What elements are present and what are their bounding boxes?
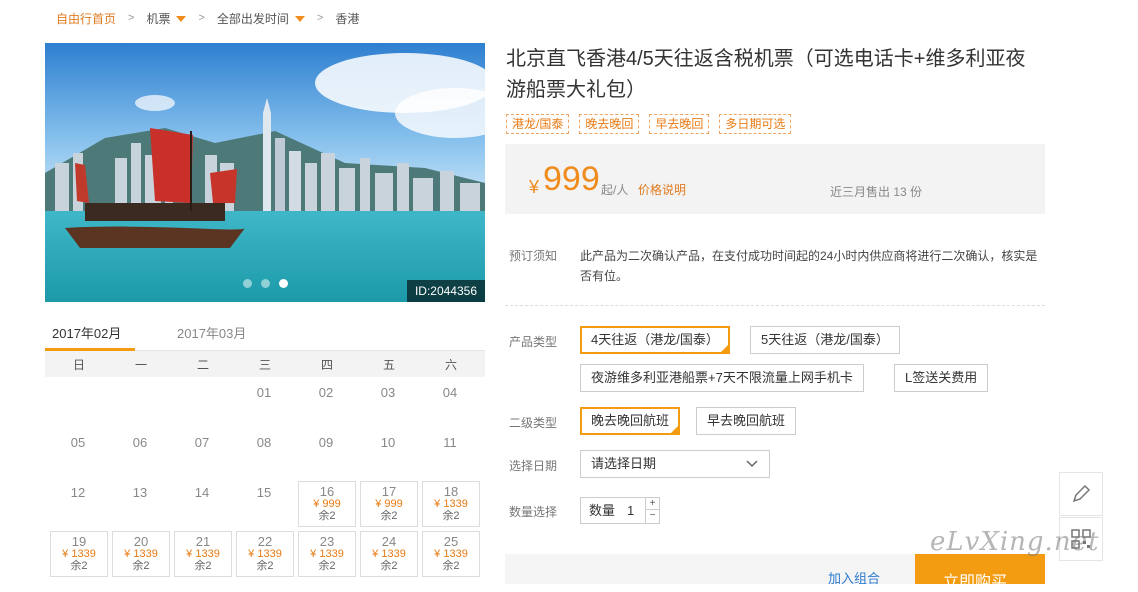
calendar-day: 04 (442, 385, 458, 400)
carousel-dot-active[interactable] (279, 279, 288, 288)
product-title: 北京直飞香港4/5天往返含税机票（可选电话卡+维多利亚夜游船票大礼包） (506, 48, 1026, 101)
calendar-day-priced[interactable]: 18 ¥ 1339 余2 (422, 481, 480, 527)
calendar-day: 07 (194, 435, 210, 450)
chevron-down-icon (746, 460, 758, 468)
breadcrumb-destination: 香港 (335, 11, 360, 26)
calendar-day: 14 (194, 485, 210, 500)
watermark: eLvXing.net (930, 527, 1100, 557)
calendar-day-priced[interactable]: 22 ¥ 1339 余2 (236, 531, 294, 577)
add-combo-link[interactable]: 加入组合 (828, 568, 880, 587)
chevron-right-icon: > (198, 12, 205, 24)
breadcrumb-flight-dropdown[interactable]: 机票 (146, 10, 187, 27)
date-label: 选择日期 (509, 459, 558, 473)
qty-value[interactable]: 1 (627, 498, 634, 523)
calendar-day: 09 (318, 435, 334, 450)
weekday-label: 四 (320, 358, 333, 372)
breadcrumb: 自由行首页 > 机票 > 全部出发时间 > 香港 (56, 9, 365, 27)
product-tag: 早去晚回 (649, 114, 710, 134)
calendar-day: 01 (256, 385, 272, 400)
carousel-dot[interactable] (261, 279, 270, 288)
calendar-day: 05 (70, 435, 86, 450)
weekday-label: 六 (444, 358, 457, 372)
product-type-label: 产品类型 (509, 335, 558, 349)
breadcrumb-departure-label: 全部出发时间 (216, 11, 289, 26)
qty-text: 数量 (589, 503, 616, 518)
quantity-stepper: 数量 1 + − (580, 497, 660, 524)
chevron-right-icon: > (128, 12, 135, 24)
calendar-day: 11 (443, 435, 457, 450)
divider (505, 305, 1045, 306)
weekday-label: 三 (258, 358, 271, 372)
breadcrumb-home-link[interactable]: 自由行首页 (56, 10, 116, 27)
calendar-day-priced[interactable]: 23 ¥ 1339 余2 (298, 531, 356, 577)
stepper-buttons: + − (645, 498, 659, 523)
type-option-5day[interactable]: 5天往返（港龙/国泰） (750, 326, 900, 354)
calendar-day: 12 (70, 485, 86, 500)
chevron-right-icon: > (316, 12, 324, 24)
calendar-day-priced[interactable]: 16 ¥ 999 余2 (298, 481, 356, 527)
product-tags: 港龙/国泰 晚去晚回 早去晚回 多日期可选 (506, 114, 792, 134)
month-tabs: 2017年02月 2017年03月 (45, 318, 485, 351)
price-amount: 999 (543, 160, 600, 198)
product-tag: 多日期可选 (719, 114, 792, 134)
calendar-day: 13 (132, 485, 148, 500)
breadcrumb-flight-label: 机票 (146, 11, 171, 26)
hero-image-carousel[interactable]: ID:2044356 (45, 43, 485, 302)
carousel-dot[interactable] (243, 279, 252, 288)
calendar-day-priced[interactable]: 20 ¥ 1339 余2 (112, 531, 170, 577)
subtype-option-late[interactable]: 晚去晚回航班 (580, 407, 681, 435)
price-unit: 起/人 (601, 183, 629, 197)
breadcrumb-departure-dropdown[interactable]: 全部出发时间 (217, 10, 305, 27)
subtype-option-early[interactable]: 早去晚回航班 (696, 407, 797, 435)
currency-symbol: ¥ (529, 177, 540, 197)
image-id-label: ID:2044356 (406, 280, 485, 302)
calendar-day-priced[interactable]: 21 ¥ 1339 余2 (174, 531, 232, 577)
calendar-day: 08 (256, 435, 272, 450)
calendar-weekday-header: 日 一 二 三 四 五 六 (45, 351, 485, 377)
weekday-label: 一 (134, 358, 147, 372)
tab-month-feb[interactable]: 2017年02月 (52, 323, 121, 342)
notice-text: 此产品为二次确认产品，在支付成功时间起的24小时内供应商将进行二次确认，核实是否… (580, 249, 1038, 283)
sales-count: 近三月售出 13 份 (830, 185, 923, 199)
hong-kong-harbor-photo (45, 43, 485, 302)
product-tag: 港龙/国泰 (506, 114, 570, 134)
calendar-day: 10 (380, 435, 396, 450)
calendar-day-priced[interactable]: 19 ¥ 1339 余2 (50, 531, 108, 577)
type-option-4day[interactable]: 4天往返（港龙/国泰） (580, 326, 730, 354)
tab-month-mar[interactable]: 2017年03月 (177, 323, 246, 342)
product-tag: 晚去晚回 (579, 114, 640, 134)
plus-icon[interactable]: + (646, 498, 659, 510)
calendar-day: 03 (380, 385, 396, 400)
weekday-label: 五 (382, 358, 395, 372)
calendar-day-priced[interactable]: 17 ¥ 999 余2 (360, 481, 418, 527)
type-option-cruise-simcard[interactable]: 夜游维多利亚港船票+7天不限流量上网手机卡 (580, 364, 864, 392)
date-select[interactable]: 请选择日期 (580, 450, 770, 478)
caret-down-icon (176, 16, 187, 23)
caret-down-icon (294, 16, 305, 23)
notice-label: 预订须知 (509, 249, 558, 263)
type-option-l-visa[interactable]: L签送关费用 (894, 364, 989, 392)
feedback-button[interactable] (1059, 472, 1103, 516)
qty-label: 数量选择 (509, 505, 558, 519)
price-note-link[interactable]: 价格说明 (638, 181, 686, 198)
calendar-day: 02 (318, 385, 334, 400)
calendar-day-priced[interactable]: 24 ¥ 1339 余2 (360, 531, 418, 577)
date-select-value: 请选择日期 (591, 456, 657, 471)
calendar-day: 06 (132, 435, 148, 450)
calendar-day: 15 (256, 485, 272, 500)
weekday-label: 日 (72, 358, 85, 372)
weekday-label: 二 (196, 358, 209, 372)
calendar-day-priced[interactable]: 25 ¥ 1339 余2 (422, 531, 480, 577)
subtype-label: 二级类型 (509, 416, 558, 430)
minus-icon[interactable]: − (646, 510, 659, 522)
price-box: ¥ 999 起/人 价格说明 近三月售出 13 份 (505, 144, 1045, 214)
pencil-icon (1072, 484, 1091, 503)
